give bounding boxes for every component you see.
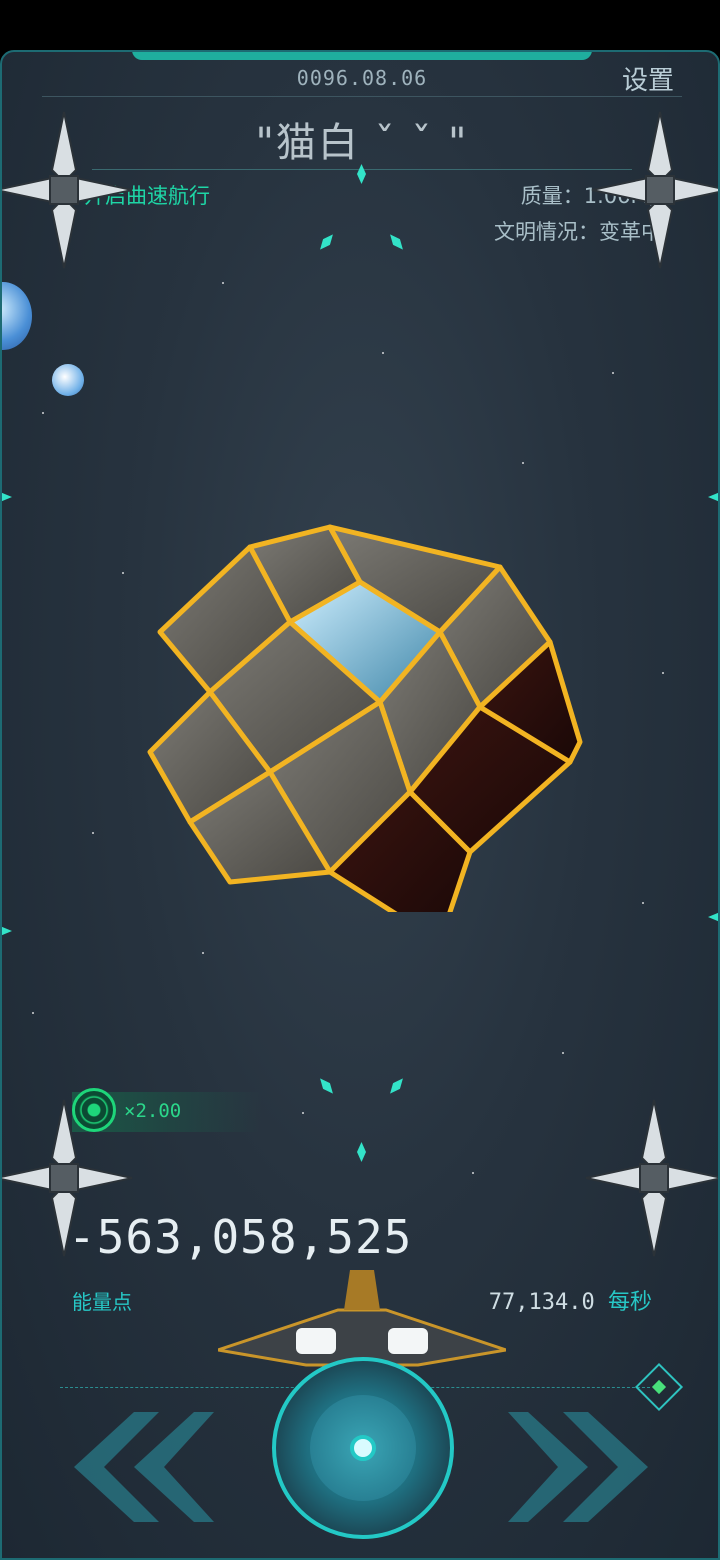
- planet-icon[interactable]: [2, 282, 32, 350]
- boost-multiplier-button[interactable]: ×2.00: [72, 1088, 262, 1132]
- edge-marker-icon: [708, 912, 720, 922]
- drone-ship-icon: [591, 111, 718, 269]
- target-core-icon: [350, 1435, 376, 1461]
- drone-ship-icon: [2, 111, 133, 269]
- target-button-icon: [310, 1395, 416, 1501]
- edge-marker-icon: [2, 492, 12, 502]
- drone-ship-icon: [585, 1099, 718, 1257]
- reticle-marker-icon: [317, 231, 337, 252]
- game-date: 0096.08.06: [296, 66, 428, 90]
- moon-icon[interactable]: [52, 364, 84, 396]
- energy-points-label: 能量点: [72, 1290, 132, 1314]
- settings-button[interactable]: 设置: [622, 60, 674, 97]
- energy-rate: 77,134.0 每秒: [489, 1284, 652, 1316]
- reticle-marker-icon: [357, 1142, 366, 1162]
- reticle-marker-icon: [387, 1075, 407, 1096]
- energy-points-value: -563,058,525: [68, 1210, 413, 1264]
- chevron-double-left-icon[interactable]: [64, 1412, 214, 1522]
- edge-marker-icon: [708, 492, 720, 502]
- header-divider: [42, 96, 682, 97]
- civilization-planet[interactable]: [140, 472, 590, 912]
- game-screen: 0096.08.06 设置 "猫白 ˇ ˇ " 开启曲速航行 质量：1.06Mp…: [0, 50, 720, 1560]
- side-menu-button[interactable]: [634, 1362, 684, 1412]
- main-action-button[interactable]: [272, 1357, 454, 1539]
- reticle-marker-icon: [387, 231, 407, 252]
- chevron-double-right-icon[interactable]: [508, 1412, 658, 1522]
- reticle-marker-icon: [317, 1075, 337, 1096]
- top-accent-bar: [132, 52, 592, 60]
- multiplier-value: ×2.00: [124, 1100, 182, 1122]
- boost-orb-icon: [72, 1088, 116, 1132]
- edge-marker-icon: [2, 926, 12, 936]
- energy-rate-unit: 每秒: [607, 1290, 652, 1315]
